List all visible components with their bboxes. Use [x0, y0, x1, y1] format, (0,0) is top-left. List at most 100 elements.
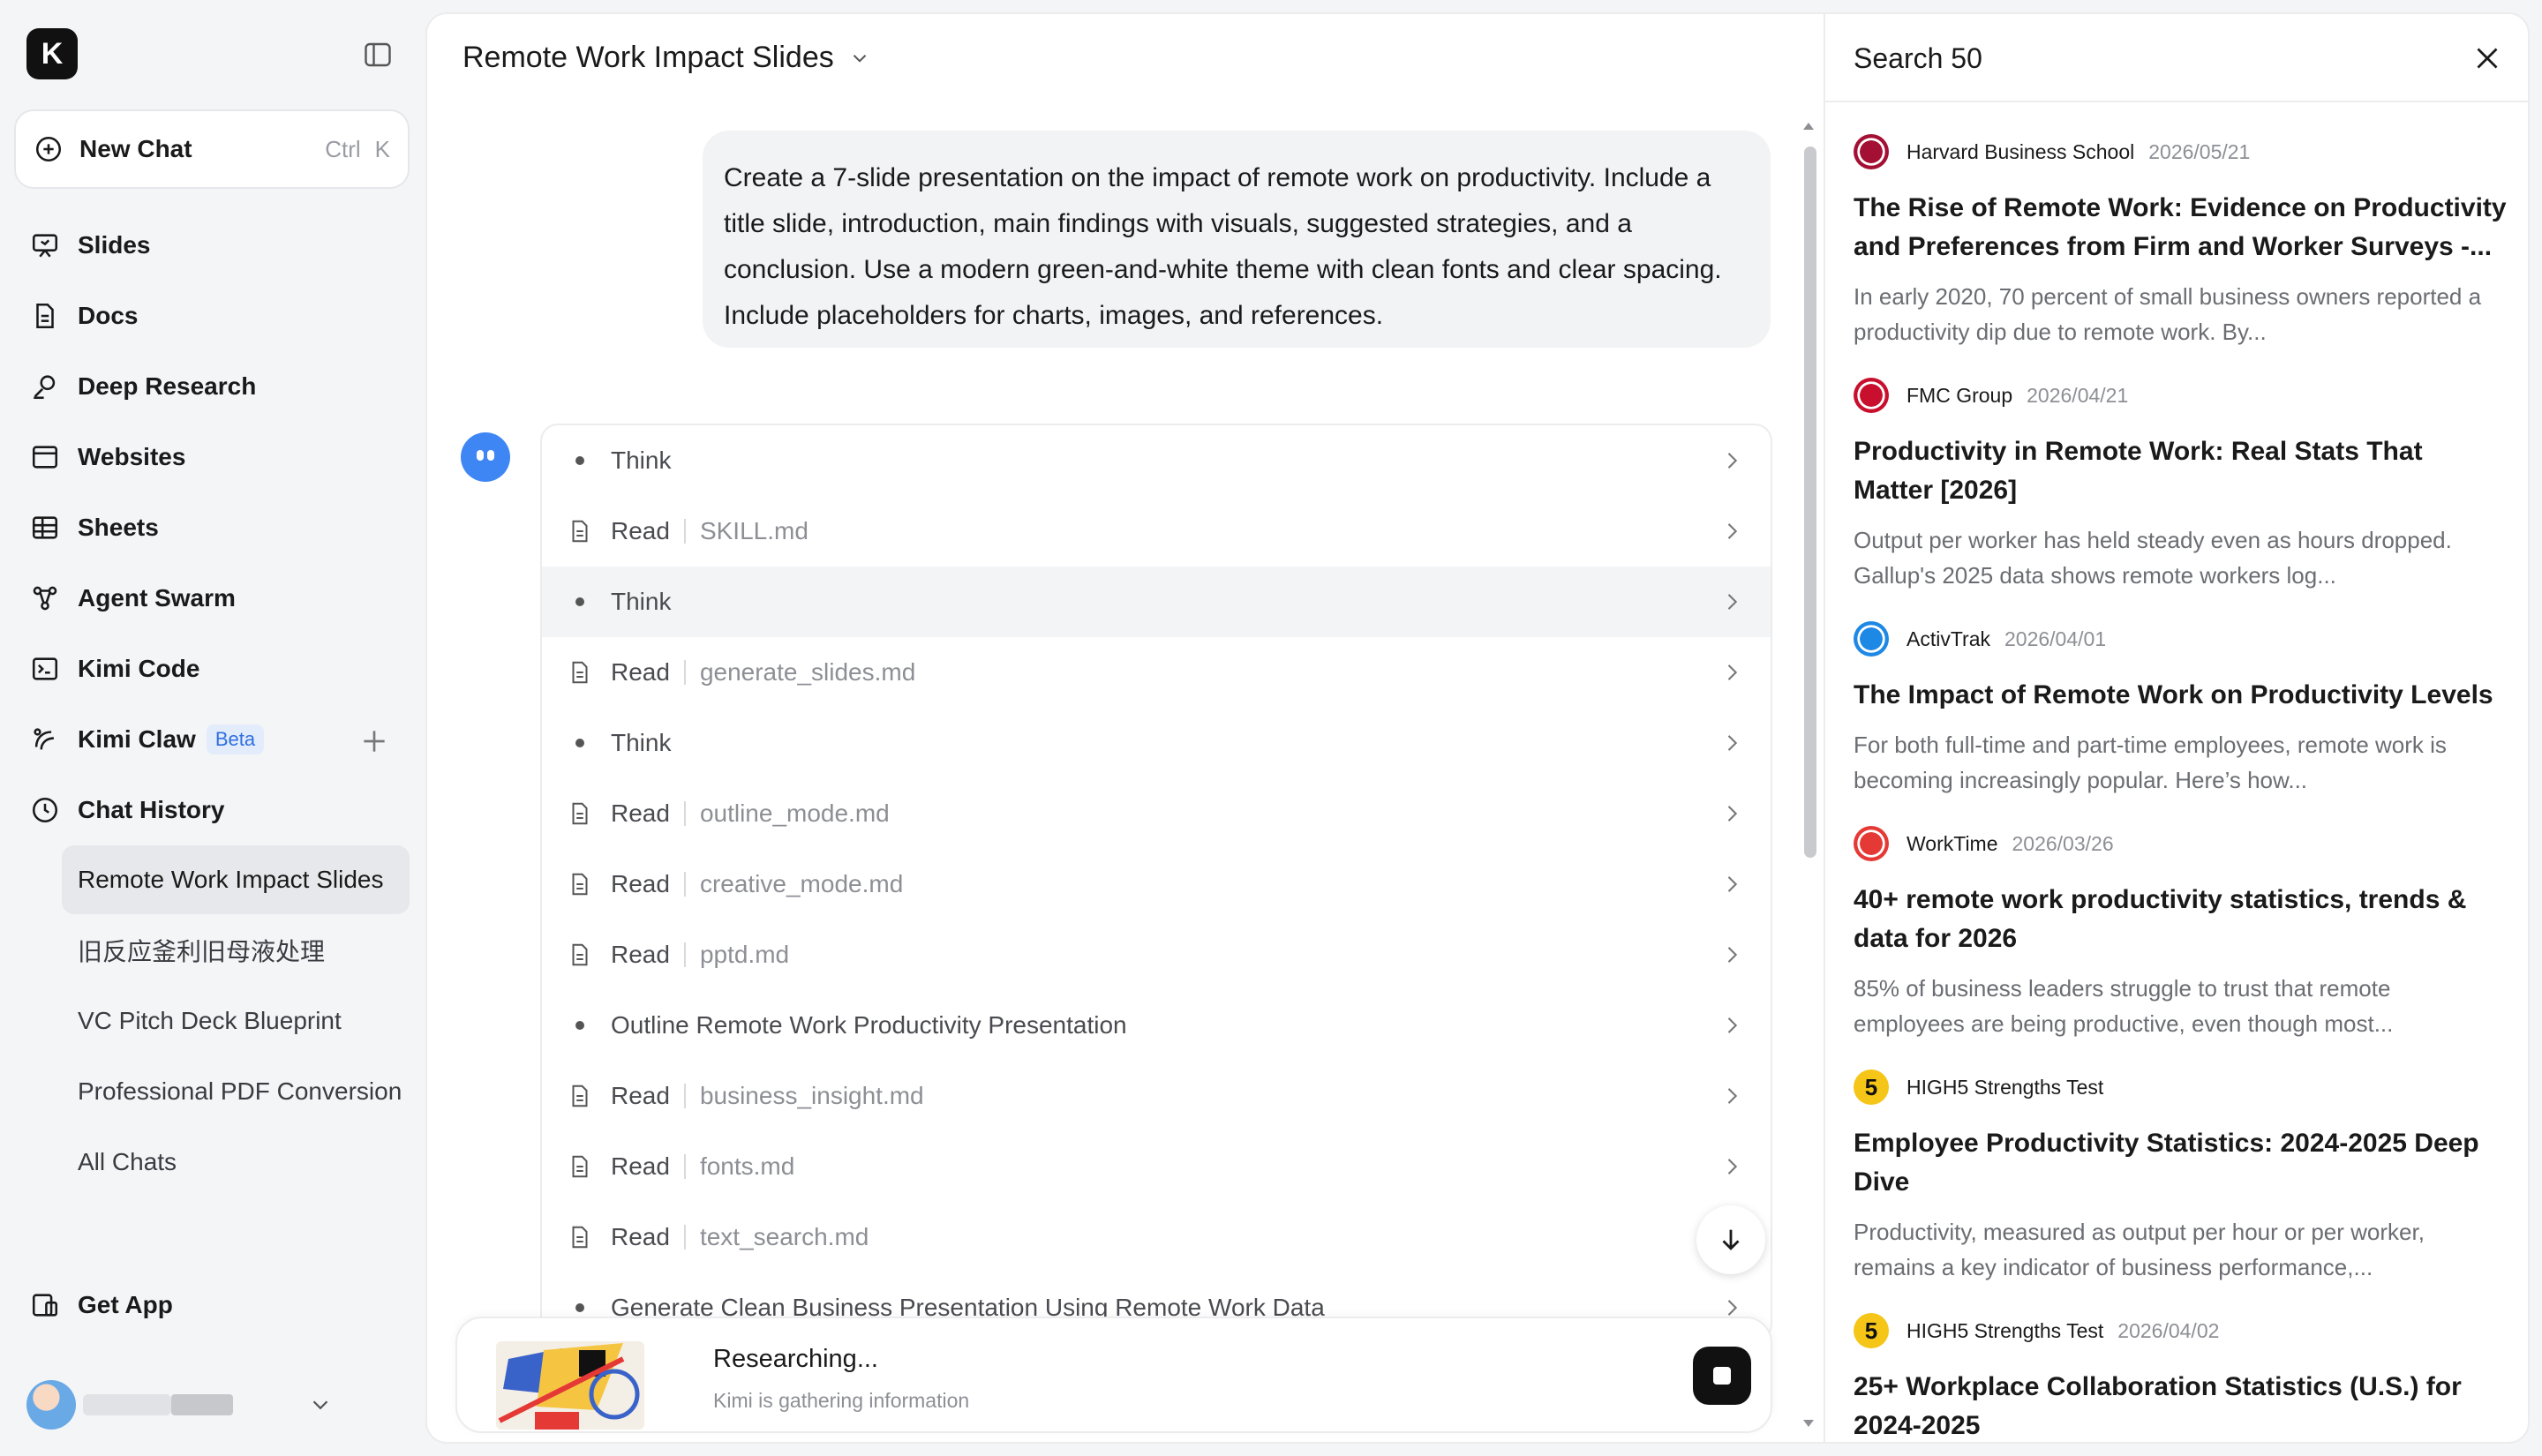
search-result[interactable]: 5 HIGH5 Strengths Test 2026/04/02 25+ Workp…: [1854, 1313, 2507, 1442]
sidebar-item-websites[interactable]: Websites: [30, 431, 185, 484]
search-result[interactable]: WorkTime 2026/03/26 40+ remote work produc…: [1854, 826, 2507, 1041]
search-title: Search 50: [1854, 42, 1982, 74]
chevron-right-icon: [1727, 1017, 1738, 1033]
file-icon: [572, 1226, 588, 1249]
step-filename: SKILL.md: [699, 517, 808, 544]
result-title[interactable]: 25+ Workplace Collaboration Statistics (…: [1854, 1368, 2507, 1442]
step-row-think[interactable]: Outline Remote Work Productivity Present…: [542, 990, 1771, 1061]
result-date: 2026/04/02: [2117, 1318, 2220, 1342]
search-result[interactable]: Harvard Business School 2026/05/21 The Ris…: [1854, 134, 2507, 349]
step-row-read[interactable]: Read business_insight.md: [542, 1061, 1771, 1131]
bullet-icon: [567, 1012, 593, 1039]
result-title[interactable]: 40+ remote work productivity statistics,…: [1854, 881, 2507, 958]
status-bar: Researching... Kimi is gathering informa…: [455, 1317, 1772, 1433]
history-item-vc-pitch[interactable]: VC Pitch Deck Blueprint: [62, 987, 410, 1055]
deep-research-icon: [34, 375, 56, 400]
shortcut-hint: Ctrl K: [325, 136, 390, 163]
sidebar-item-label: Sheets: [78, 514, 159, 541]
sidebar-item-chat-history[interactable]: Chat History: [30, 784, 224, 837]
result-snippet: In early 2020, 70 percent of small busin…: [1854, 283, 2482, 345]
result-date: 2026/05/21: [2148, 139, 2251, 163]
step-row-think[interactable]: Think: [542, 567, 1771, 637]
fmc-dots-icon: [1854, 378, 1889, 413]
result-title[interactable]: The Impact of Remote Work on Productivit…: [1854, 676, 2507, 715]
step-label: Read: [611, 1152, 670, 1180]
step-row-read[interactable]: Read outline_mode.md: [542, 778, 1771, 849]
step-row-read[interactable]: Read pptd.md: [542, 919, 1771, 990]
new-chat-button[interactable]: New Chat Ctrl K: [14, 109, 410, 189]
step-filename: generate_slides.md: [699, 658, 916, 686]
history-label: 旧反应釜利旧母液处理: [78, 938, 326, 965]
search-result[interactable]: FMC Group 2026/04/21 Productivity in Remot…: [1854, 378, 2507, 593]
result-source: HIGH5 Strengths Test: [1906, 1318, 2104, 1342]
status-title: Researching...: [713, 1345, 878, 1373]
scroll-down-arrow-icon[interactable]: [1802, 1417, 1815, 1430]
sidebar-item-docs[interactable]: Docs: [30, 289, 138, 342]
history-label: VC Pitch Deck Blueprint: [78, 1007, 342, 1034]
sidebar-item-slides[interactable]: Slides: [30, 219, 150, 272]
sidebar: K New Chat Ctrl K Slides Docs Deep Resear…: [0, 0, 424, 1456]
chat-title-dropdown[interactable]: Remote Work Impact Slides: [463, 41, 871, 75]
sidebar-item-deep-research[interactable]: Deep Research: [30, 360, 256, 413]
sidebar-item-sheets[interactable]: Sheets: [30, 501, 159, 554]
bullet-icon: [567, 447, 593, 474]
result-snippet: Productivity, measured as output per hou…: [1854, 1219, 2425, 1280]
chevron-right-icon: [1727, 1159, 1738, 1175]
redacted-username: [83, 1394, 171, 1415]
activtrak-icon: [1854, 621, 1889, 657]
scrollbar-thumb[interactable]: [1804, 146, 1816, 858]
chevron-right-icon: [1727, 1088, 1738, 1104]
step-label: Read: [611, 658, 670, 686]
terminal-icon: [32, 657, 58, 680]
chevron-right-icon: [1727, 947, 1738, 963]
search-result[interactable]: ActivTrak 2026/04/01 The Impact of Remote …: [1854, 621, 2507, 798]
scrollbar[interactable]: [1802, 120, 1816, 1435]
result-source: FMC Group: [1906, 383, 2013, 407]
file-icon: [572, 1155, 588, 1178]
history-item-reactor[interactable]: 旧反应釜利旧母液处理: [62, 916, 410, 985]
step-filename: creative_mode.md: [699, 870, 904, 897]
result-title[interactable]: Productivity in Remote Work: Real Stats …: [1854, 432, 2507, 510]
result-title[interactable]: The Rise of Remote Work: Evidence on Pro…: [1854, 189, 2507, 266]
user-profile[interactable]: [26, 1380, 397, 1430]
stop-button[interactable]: [1693, 1347, 1751, 1405]
user-message: Create a 7-slide presentation on the imp…: [703, 131, 1771, 348]
history-item-remote-work[interactable]: Remote Work Impact Slides: [62, 845, 410, 914]
chevron-down-icon: [853, 54, 866, 63]
step-row-read[interactable]: Read creative_mode.md: [542, 849, 1771, 919]
chevron-right-icon: [1727, 806, 1738, 822]
scroll-up-arrow-icon[interactable]: [1802, 120, 1815, 132]
step-divider: [683, 660, 686, 685]
step-row-think[interactable]: Think: [542, 425, 1771, 496]
file-icon: [572, 873, 588, 896]
slides-icon: [32, 234, 58, 258]
sidebar-item-kimi-claw[interactable]: Kimi Claw Beta: [30, 713, 265, 766]
step-row-think[interactable]: Think: [542, 708, 1771, 778]
device-icon: [32, 1294, 58, 1317]
step-divider: [683, 942, 686, 967]
result-date: 2026/03/26: [2012, 831, 2114, 855]
get-app-button[interactable]: Get App: [30, 1290, 173, 1320]
history-item-pdf[interactable]: Professional PDF Conversion: [62, 1057, 410, 1126]
sidebar-item-kimi-code[interactable]: Kimi Code: [30, 642, 199, 695]
result-source: WorkTime: [1906, 831, 1998, 855]
step-row-read[interactable]: Read fonts.md: [542, 1131, 1771, 1202]
step-row-read[interactable]: Read SKILL.md: [542, 496, 1771, 567]
file-icon: [572, 520, 588, 543]
search-result[interactable]: 5 HIGH5 Strengths Test Employee Productivi…: [1854, 1069, 2507, 1285]
step-filename: fonts.md: [699, 1152, 795, 1180]
scroll-to-bottom-button[interactable]: [1696, 1205, 1765, 1274]
sheets-icon: [32, 516, 58, 539]
step-row-read[interactable]: Read text_search.md: [542, 1202, 1771, 1272]
step-filename: text_search.md: [699, 1223, 869, 1250]
kimi-logo[interactable]: K: [26, 28, 78, 79]
close-icon[interactable]: [2471, 42, 2503, 74]
sidebar-toggle-icon[interactable]: [362, 39, 394, 71]
step-row-read[interactable]: Read generate_slides.md: [542, 637, 1771, 708]
chevron-down-icon[interactable]: [307, 1392, 334, 1418]
plus-circle-icon: [35, 136, 62, 162]
sidebar-item-agent-swarm[interactable]: Agent Swarm: [30, 572, 236, 625]
all-chats-link[interactable]: All Chats: [62, 1128, 410, 1197]
add-claw-icon[interactable]: [357, 724, 392, 759]
result-title[interactable]: Employee Productivity Statistics: 2024-2…: [1854, 1124, 2507, 1202]
